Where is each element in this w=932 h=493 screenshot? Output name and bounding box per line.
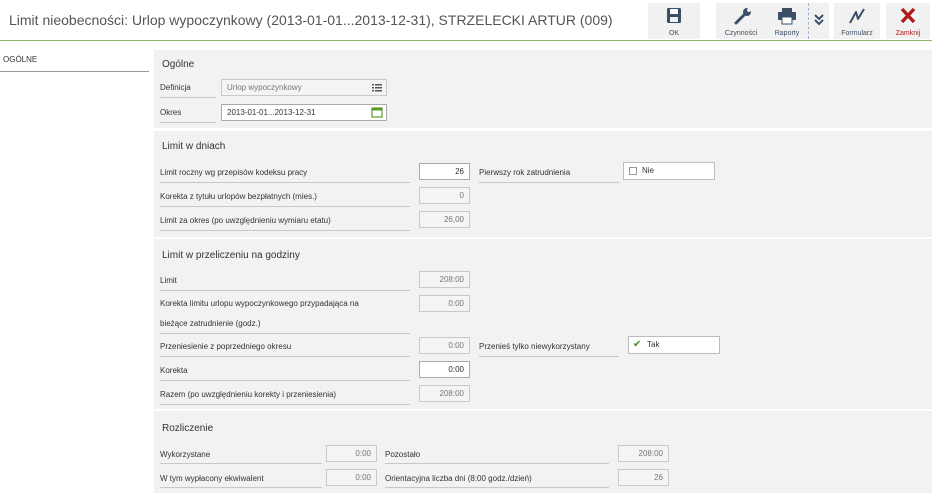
- ok-label: OK: [668, 30, 680, 37]
- period-limit-field: 26,00: [419, 211, 470, 228]
- total-field: 208:00: [419, 385, 470, 402]
- period-label: Okres: [160, 108, 182, 117]
- annual-limit-label: Limit roczny wg przepisów kodeksu pracy: [160, 168, 308, 177]
- actions-label: Czynności: [724, 30, 758, 37]
- transfer-unused-value: Tak: [647, 340, 660, 349]
- definition-value: Urlop wypoczynkowy: [227, 83, 302, 92]
- used-field: 0:00: [326, 445, 377, 462]
- hours-limit-field: 208:00: [419, 271, 470, 288]
- first-year-value: Nie: [642, 166, 655, 175]
- limit-correction-label-line1: Korekta limitu urlopu wypoczynkowego prz…: [160, 299, 359, 308]
- reports-button[interactable]: Raporty: [766, 3, 808, 39]
- section-settlement: Rozliczenie Wykorzystane 0:00 Pozostało …: [154, 411, 932, 493]
- definition-underline: [160, 97, 216, 98]
- calendar-icon[interactable]: [371, 107, 383, 118]
- period-value: 2013-01-01...2013-12-31: [227, 108, 316, 117]
- checkmark-icon: ✔: [633, 339, 642, 350]
- period-field[interactable]: 2013-01-01...2013-12-31: [221, 104, 387, 121]
- window-title: Limit nieobecności: Urlop wypoczynkowy (…: [9, 12, 613, 28]
- hours-correction-field[interactable]: 0:00: [419, 361, 470, 378]
- total-label: Razem (po uwzględnieniu korekty i przeni…: [160, 390, 337, 399]
- annual-limit-underline: [160, 182, 410, 183]
- hours-correction-label: Korekta: [160, 366, 188, 375]
- remaining-underline: [385, 463, 609, 464]
- window-header: Limit nieobecności: Urlop wypoczynkowy (…: [0, 0, 932, 41]
- actions-button[interactable]: Czynności: [716, 3, 766, 39]
- approx-days-underline: [385, 487, 609, 488]
- more-dropdown-button[interactable]: [809, 3, 829, 39]
- limit-correction-label-line2: bieżące zatrudnienie (godz.): [160, 319, 261, 328]
- period-underline: [160, 122, 216, 123]
- section-general-title: Ogólne: [162, 59, 195, 70]
- total-underline: [160, 404, 410, 405]
- transfer-unused-underline: [479, 356, 619, 357]
- unpaid-correction-label: Korekta z tytułu urlopów bezpłatnych (mi…: [160, 192, 317, 201]
- remaining-field: 208:00: [618, 445, 669, 462]
- section-days-title: Limit w dniach: [162, 141, 226, 152]
- section-hours: Limit w przeliczeniu na godziny Limit 20…: [154, 239, 932, 409]
- section-general: Ogólne Definicja Urlop wypoczynkowy Okre…: [154, 50, 932, 128]
- hours-limit-underline: [160, 290, 410, 291]
- paid-equivalent-field: 0:00: [326, 469, 377, 486]
- used-underline: [160, 463, 322, 464]
- transfer-unused-checkbox[interactable]: ✔ Tak: [628, 336, 720, 354]
- section-days: Limit w dniach Limit roczny wg przepisów…: [154, 131, 932, 237]
- first-year-underline: [479, 182, 619, 183]
- close-button[interactable]: Zamknij: [886, 3, 930, 39]
- section-settlement-title: Rozliczenie: [162, 423, 214, 434]
- form-label: Formularz: [841, 30, 873, 37]
- form-button[interactable]: Formularz: [834, 3, 880, 39]
- printer-icon: [778, 8, 796, 25]
- period-limit-label: Limit za okres (po uwzględnieniu wymiaru…: [160, 216, 331, 225]
- paid-equivalent-label: W tym wypłacony ekwiwalent: [160, 474, 264, 483]
- annual-limit-field[interactable]: 26: [419, 163, 470, 180]
- definition-label: Definicja: [160, 83, 191, 92]
- hours-limit-label: Limit: [160, 276, 177, 285]
- definition-field[interactable]: Urlop wypoczynkowy: [221, 79, 387, 96]
- wrench-icon: [734, 8, 751, 25]
- section-hours-title: Limit w przeliczeniu na godziny: [162, 250, 300, 261]
- limit-correction-underline: [160, 333, 410, 334]
- ok-button[interactable]: OK: [648, 3, 700, 39]
- transfer-unused-label: Przenieś tylko niewykorzystany: [479, 342, 590, 351]
- transfer-label: Przeniesienie z poprzedniego okresu: [160, 342, 292, 351]
- period-limit-underline: [160, 230, 410, 231]
- sidebar: OGÓLNE: [0, 42, 150, 493]
- list-icon[interactable]: [371, 82, 383, 93]
- hours-correction-underline: [160, 380, 410, 381]
- remaining-label: Pozostało: [385, 450, 421, 459]
- form-content: Ogólne Definicja Urlop wypoczynkowy Okre…: [154, 50, 932, 493]
- paid-equivalent-underline: [160, 487, 322, 488]
- first-year-label: Pierwszy rok zatrudnienia: [479, 168, 571, 177]
- approx-days-label: Orientacyjna liczba dni (8:00 godz./dzie…: [385, 474, 532, 483]
- checkbox-box: [629, 167, 637, 175]
- used-label: Wykorzystane: [160, 450, 211, 459]
- transfer-underline: [160, 356, 410, 357]
- limit-correction-field[interactable]: 0:00: [419, 295, 470, 312]
- unpaid-correction-underline: [160, 206, 410, 207]
- approx-days-field: 26: [618, 469, 669, 486]
- close-label: Zamknij: [895, 30, 921, 37]
- first-year-checkbox[interactable]: Nie: [623, 162, 715, 180]
- sidebar-tab-general[interactable]: OGÓLNE: [0, 54, 149, 72]
- double-chevron-down-icon: [814, 14, 824, 26]
- unpaid-correction-field[interactable]: 0: [419, 187, 470, 204]
- transfer-field: 0:00: [419, 337, 470, 354]
- signature-icon: [849, 8, 865, 24]
- save-icon: [667, 8, 681, 23]
- reports-label: Raporty: [774, 30, 800, 37]
- close-icon: [900, 7, 916, 24]
